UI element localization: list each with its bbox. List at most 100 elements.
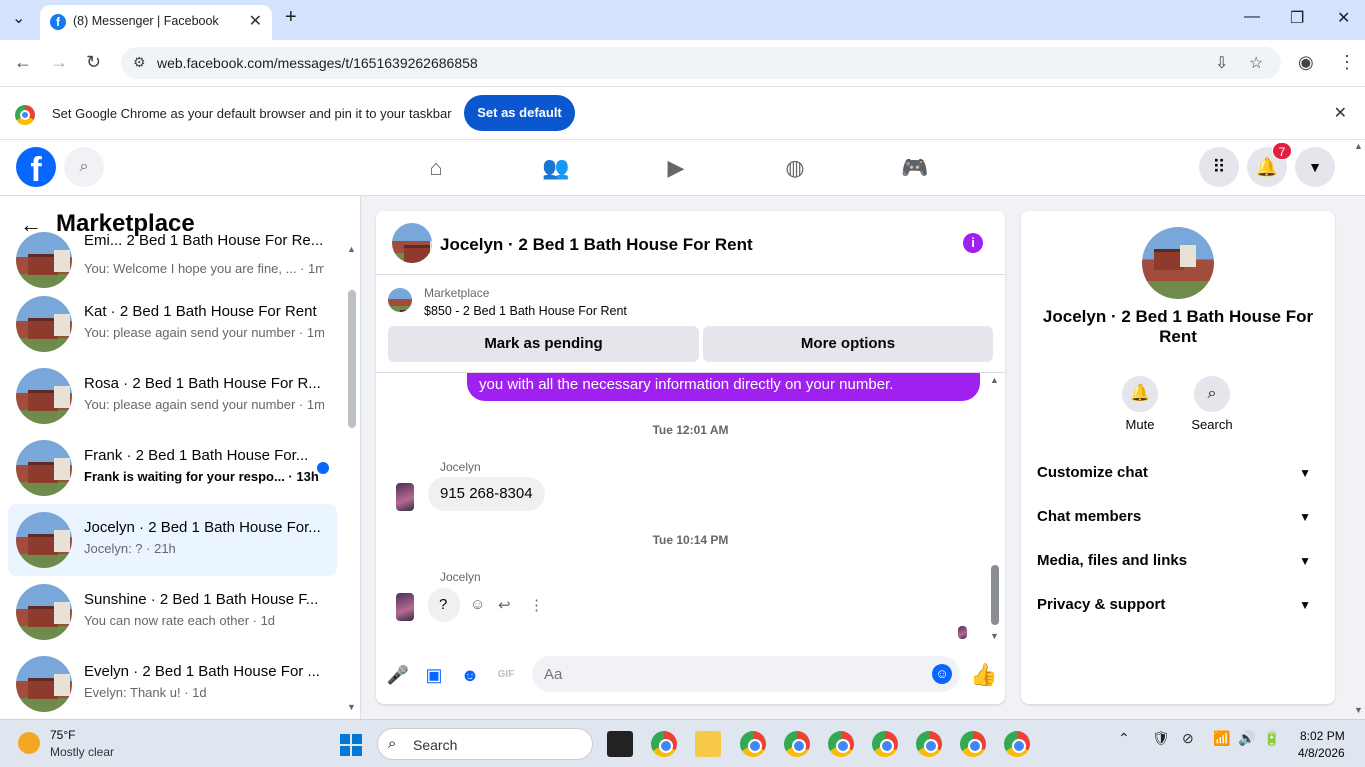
- mark-as-pending-button[interactable]: Mark as pending: [388, 326, 699, 362]
- react-emoji-icon[interactable]: ☺: [470, 596, 485, 613]
- chat-title[interactable]: Jocelyn · 2 Bed 1 Bath House For Rent: [440, 235, 753, 255]
- clock-date[interactable]: 4/8/2026: [1298, 746, 1345, 760]
- customize-chat-row[interactable]: Customize chat ▼: [1037, 455, 1319, 491]
- conversation-item-selected[interactable]: Jocelyn · 2 Bed 1 Bath House For... Joce…: [8, 504, 337, 576]
- scroll-up-icon[interactable]: ▲: [347, 244, 356, 254]
- message-input[interactable]: [544, 664, 904, 684]
- chat-scrollbar[interactable]: ▲ ▼: [989, 375, 999, 641]
- sender-avatar[interactable]: [396, 593, 414, 621]
- conversation-item[interactable]: Emi... 2 Bed 1 Bath House For Re... You:…: [8, 224, 337, 296]
- voice-clip-icon[interactable]: 🎤: [386, 663, 410, 687]
- scrollbar-thumb[interactable]: [348, 290, 356, 428]
- attach-photo-icon[interactable]: ▣: [422, 663, 446, 687]
- chrome-menu-icon[interactable]: ⋮: [1338, 52, 1356, 73]
- groups-icon[interactable]: ◍: [781, 154, 809, 182]
- reload-icon[interactable]: ↻: [86, 52, 101, 73]
- chrome-app-icon[interactable]: [960, 731, 986, 757]
- conversation-scrollbar[interactable]: ▲ ▼: [346, 244, 356, 712]
- new-tab-icon[interactable]: +: [285, 6, 297, 29]
- reply-icon[interactable]: ↩: [498, 596, 511, 614]
- scroll-up-icon[interactable]: ▲: [1354, 141, 1363, 151]
- chat-members-row[interactable]: Chat members ▼: [1037, 499, 1319, 535]
- account-dropdown-icon[interactable]: ▼: [1295, 147, 1335, 187]
- listing-thumbnail[interactable]: [388, 288, 412, 312]
- search-icon[interactable]: ⌕: [1194, 376, 1230, 412]
- gif-icon[interactable]: GIF: [494, 663, 518, 687]
- mute-bell-icon[interactable]: 🔔: [1122, 376, 1158, 412]
- chrome-app-icon[interactable]: [651, 731, 677, 757]
- more-options-button[interactable]: More options: [703, 326, 993, 362]
- chrome-app-icon[interactable]: [872, 731, 898, 757]
- facebook-logo-icon[interactable]: f: [16, 147, 56, 187]
- minimize-icon[interactable]: —: [1244, 8, 1260, 26]
- windows-start-icon[interactable]: [340, 734, 362, 756]
- site-info-icon[interactable]: ⚙: [133, 54, 146, 71]
- home-icon[interactable]: ⌂: [422, 154, 450, 182]
- incoming-message[interactable]: ?: [428, 588, 460, 622]
- conversation-item[interactable]: Sunshine · 2 Bed 1 Bath House F... You c…: [8, 576, 337, 648]
- window-close-icon[interactable]: ✕: [1337, 8, 1350, 28]
- taskbar-search[interactable]: ⌕ Search: [377, 728, 593, 760]
- conversation-item[interactable]: Frank · 2 Bed 1 Bath House For... Frank …: [8, 432, 337, 504]
- thumbs-up-icon[interactable]: 👍: [970, 663, 997, 687]
- set-default-button[interactable]: Set as default: [464, 95, 575, 131]
- wifi-icon[interactable]: 📶: [1213, 730, 1230, 747]
- menu-grid-icon[interactable]: ⠿: [1199, 147, 1239, 187]
- scroll-down-icon[interactable]: ▼: [990, 631, 999, 641]
- back-icon[interactable]: ←: [14, 52, 32, 73]
- network-off-icon[interactable]: ⊘: [1182, 730, 1194, 747]
- chrome-app-icon[interactable]: [740, 731, 766, 757]
- scroll-down-icon[interactable]: ▼: [347, 702, 356, 712]
- banner-close-icon[interactable]: ✕: [1334, 103, 1347, 123]
- chrome-app-icon[interactable]: [828, 731, 854, 757]
- tray-overflow-icon[interactable]: ⌃: [1118, 730, 1130, 747]
- install-app-icon[interactable]: ⇩: [1215, 53, 1228, 73]
- address-bar[interactable]: ⚙ web.facebook.com/messages/t/1651639262…: [121, 47, 1281, 79]
- scrollbar-thumb[interactable]: [991, 565, 999, 625]
- info-icon[interactable]: i: [963, 233, 983, 253]
- weather-condition[interactable]: Mostly clear: [50, 745, 114, 759]
- sticker-icon[interactable]: ☻: [458, 663, 482, 687]
- chat-avatar[interactable]: [392, 223, 432, 263]
- emoji-icon[interactable]: ☺: [932, 664, 952, 684]
- incoming-message[interactable]: 915 268-8304: [428, 477, 545, 511]
- more-actions-icon[interactable]: ⋮: [529, 596, 544, 614]
- url-text[interactable]: web.facebook.com/messages/t/165163926268…: [157, 55, 478, 71]
- scroll-down-icon[interactable]: ▼: [1354, 705, 1363, 715]
- video-icon[interactable]: ▶: [662, 154, 690, 182]
- scroll-up-icon[interactable]: ▲: [990, 375, 999, 385]
- tab-close-icon[interactable]: ✕: [249, 11, 262, 31]
- message-composer[interactable]: ☺: [532, 656, 960, 692]
- profile-avatar[interactable]: [1142, 227, 1214, 299]
- browser-tab[interactable]: f (8) Messenger | Facebook ✕: [40, 5, 272, 40]
- chrome-app-icon[interactable]: [916, 731, 942, 757]
- listing-title[interactable]: $850 - 2 Bed 1 Bath House For Rent: [424, 304, 627, 318]
- conversation-name: Sunshine · 2 Bed 1 Bath House F...: [84, 591, 319, 608]
- conversation-item[interactable]: Evelyn · 2 Bed 1 Bath House For ... Evel…: [8, 648, 337, 719]
- privacy-support-row[interactable]: Privacy & support ▼: [1037, 587, 1319, 623]
- clock-time[interactable]: 8:02 PM: [1300, 729, 1345, 743]
- bookmark-star-icon[interactable]: ☆: [1249, 53, 1263, 73]
- friends-icon[interactable]: 👥: [542, 154, 570, 182]
- page-scrollbar[interactable]: ▲ ▼: [1352, 141, 1365, 719]
- chrome-app-icon[interactable]: [1004, 731, 1030, 757]
- profile-icon[interactable]: ◉: [1298, 52, 1314, 73]
- defender-icon[interactable]: 🛡: [1152, 730, 1170, 747]
- conversation-item[interactable]: Kat · 2 Bed 1 Bath House For Rent You: p…: [8, 288, 337, 360]
- outgoing-message[interactable]: you with all the necessary information d…: [467, 373, 980, 401]
- forward-icon[interactable]: →: [50, 52, 68, 73]
- tab-search-icon[interactable]: ⌄: [12, 8, 25, 28]
- gaming-icon[interactable]: 🎮: [901, 154, 929, 182]
- file-explorer-icon[interactable]: [695, 731, 721, 757]
- fb-search-icon[interactable]: ⌕: [64, 147, 104, 187]
- conversation-item[interactable]: Rosa · 2 Bed 1 Bath House For R... You: …: [8, 360, 337, 432]
- weather-icon[interactable]: [18, 732, 40, 754]
- volume-icon[interactable]: 🔊: [1238, 730, 1255, 747]
- chrome-app-icon[interactable]: [784, 731, 810, 757]
- battery-icon[interactable]: 🔋: [1263, 730, 1280, 747]
- task-view-icon[interactable]: [607, 731, 633, 757]
- weather-temperature[interactable]: 75°F: [50, 728, 75, 742]
- restore-icon[interactable]: ❐: [1290, 8, 1304, 28]
- sender-avatar[interactable]: [396, 483, 414, 511]
- media-files-links-row[interactable]: Media, files and links ▼: [1037, 543, 1319, 579]
